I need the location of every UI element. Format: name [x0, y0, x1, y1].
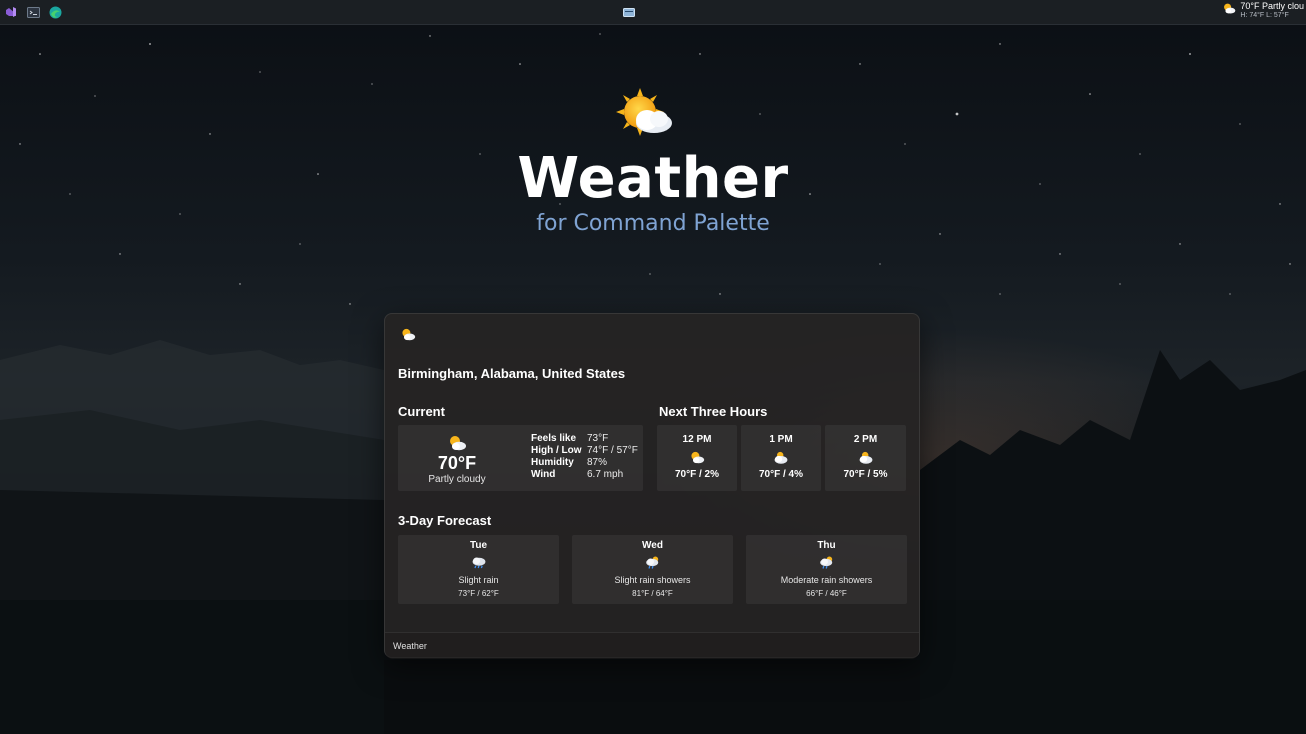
location-title: Birmingham, Alabama, United States — [398, 366, 626, 381]
hour-time: 1 PM — [769, 434, 793, 445]
forecast-condition: Slight rain showers — [614, 575, 691, 585]
forecast-day-name: Wed — [642, 540, 663, 551]
detail-value: 87% — [587, 457, 608, 468]
footer-label: Weather — [393, 641, 427, 651]
detail-value: 6.7 mph — [587, 469, 624, 480]
rain-cloud-icon — [471, 555, 487, 570]
current-condition: Partly cloudy — [428, 474, 486, 485]
forecast-day-tile: Wed Slight rain showers 81°F / 64°F — [572, 535, 733, 604]
forecast-condition: Moderate rain showers — [780, 575, 873, 585]
cloudy-sun-icon — [858, 450, 874, 465]
taskbar-weather-high-low: H: 74°F L: 57°F — [1240, 12, 1289, 19]
taskbar-pinned-apps — [0, 5, 62, 19]
forecast-range: 66°F / 46°F — [806, 589, 847, 598]
detail-row-wind: Wind 6.7 mph — [531, 469, 623, 480]
hero-title: Weather — [517, 146, 789, 211]
forecast-day-name: Tue — [469, 540, 488, 551]
forecast-condition: Slight rain — [458, 575, 499, 585]
weather-card: Birmingham, Alabama, United States Curre… — [384, 313, 920, 659]
forecast-day-tile: Tue Slight rain 73°F / 62°F — [398, 535, 559, 604]
hour-tile: 12 PM 70°F / 2% — [657, 425, 737, 491]
terminal-icon[interactable] — [26, 5, 40, 19]
partly-cloudy-icon — [689, 450, 705, 465]
sun-rain-cloud-icon — [645, 555, 661, 570]
hour-time: 2 PM — [853, 434, 878, 445]
forecast-section-title: 3-Day Forecast — [398, 513, 492, 528]
forecast-day-name: Thu — [817, 540, 836, 551]
detail-row-humidity: Humidity 87% — [531, 457, 607, 468]
hour-tile: 1 PM 70°F / 4% — [741, 425, 821, 491]
hour-temp-precip: 70°F / 2% — [674, 469, 720, 480]
partly-cloudy-icon — [400, 327, 416, 343]
hour-temp-precip: 70°F / 5% — [843, 469, 888, 480]
current-section-title: Current — [398, 404, 445, 419]
cloudy-sun-icon — [773, 450, 789, 465]
current-weather-tile: 70°F Partly cloudy Feels like 73°F High … — [398, 425, 643, 491]
forecast-range: 73°F / 62°F — [458, 589, 499, 598]
detail-label: Wind — [531, 469, 556, 480]
detail-label: Humidity — [531, 457, 574, 468]
hour-temp-precip: 70°F / 4% — [758, 469, 804, 480]
taskbar-weather-widget[interactable]: 70°F Partly clou H: 74°F L: 57°F — [1222, 2, 1304, 20]
hour-time: 12 PM — [682, 434, 712, 445]
detail-row-feels-like: Feels like 73°F — [531, 433, 608, 444]
current-temperature: 70°F — [437, 453, 477, 473]
sun-rain-cloud-icon — [819, 555, 835, 570]
detail-label: High / Low — [531, 445, 582, 456]
card-footer: Weather — [385, 632, 919, 659]
forecast-range: 81°F / 64°F — [632, 589, 673, 598]
forecast-day-tile: Thu Moderate rain showers 66°F / 46°F — [746, 535, 907, 604]
hour-tile: 2 PM 70°F / 5% — [825, 425, 906, 491]
edge-icon[interactable] — [48, 5, 62, 19]
visual-studio-icon[interactable] — [4, 5, 18, 19]
hero-subtitle: for Command Palette — [536, 211, 770, 236]
taskbar-weather-temp: 70°F Partly clou — [1240, 1, 1304, 11]
detail-label: Feels like — [531, 433, 577, 444]
detail-value: 74°F / 57°F — [587, 445, 638, 456]
partly-cloudy-icon — [1222, 2, 1236, 20]
partly-cloudy-icon — [447, 434, 467, 452]
next-hours-section-title: Next Three Hours — [659, 404, 768, 419]
detail-row-high-low: High / Low 74°F / 57°F — [531, 445, 638, 456]
window-icon[interactable] — [622, 5, 636, 19]
detail-value: 73°F — [587, 433, 609, 444]
taskbar: 70°F Partly clou H: 74°F L: 57°F — [0, 0, 1306, 25]
partly-cloudy-icon — [614, 86, 674, 142]
